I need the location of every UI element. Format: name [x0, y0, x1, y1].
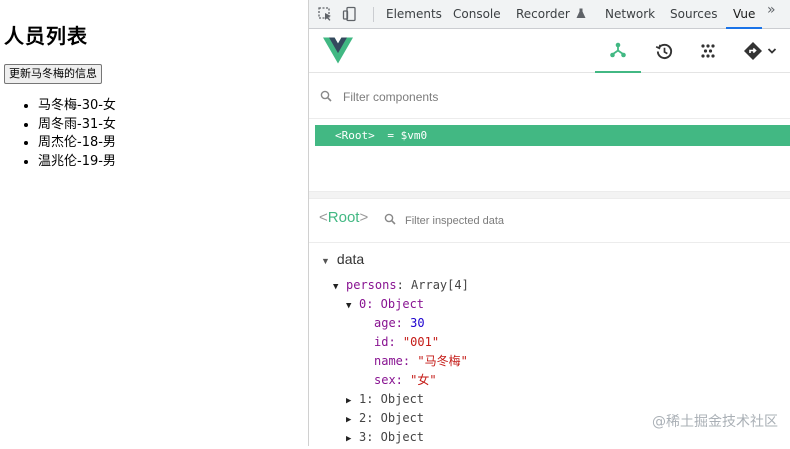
prop-key: age:: [374, 316, 403, 330]
prop-value: "女": [410, 373, 437, 387]
prop-value: "马冬梅": [417, 354, 468, 368]
app-page: 人员列表 更新马冬梅的信息 马冬梅-30-女 周冬雨-31-女 周杰伦-18-男…: [0, 0, 308, 446]
component-filter-bar: [309, 73, 790, 119]
expanded-arrow-icon: ▼: [333, 282, 339, 292]
data-section-toggle[interactable]: ▼ data: [321, 251, 364, 267]
prop-key: 3: Object: [359, 430, 425, 444]
chevron-down-icon: [767, 48, 777, 54]
person-list: 马冬梅-30-女 周冬雨-31-女 周杰伦-18-男 温兆伦-19-男: [18, 97, 116, 171]
data-row-persons[interactable]: ▼ persons: Array[4]: [333, 276, 469, 295]
routes-menu-button[interactable]: [735, 29, 785, 73]
root-component-label: <Root>: [335, 129, 375, 142]
data-row-item-2[interactable]: ▶ 2: Object: [346, 409, 424, 428]
title-bracket-open: <: [319, 209, 328, 226]
timeline-button[interactable]: [685, 29, 731, 73]
list-item: 周冬雨-31-女: [38, 116, 116, 135]
prop-key: 2: Object: [359, 411, 425, 425]
inspected-component-title: <Root>: [319, 209, 368, 226]
section-label: data: [336, 251, 365, 267]
page-title: 人员列表: [4, 24, 88, 48]
expanded-arrow-icon: ▼: [346, 301, 352, 311]
components-icon: [610, 42, 626, 58]
devtools-panel: Elements Console Recorder Network Source…: [308, 0, 790, 446]
expanded-arrow-icon: ▼: [321, 256, 330, 266]
devtools-tabbar: Elements Console Recorder Network Source…: [309, 0, 790, 29]
data-row-id[interactable]: id: "001": [374, 333, 439, 352]
search-icon: [320, 90, 332, 102]
vue-toolbar: [309, 29, 790, 73]
data-row-item-1[interactable]: ▶ 1: Object: [346, 390, 424, 409]
prop-key: 0: Object: [359, 297, 425, 311]
pane-splitter[interactable]: [309, 191, 790, 199]
prop-value: Array[4]: [411, 278, 469, 292]
tab-vue[interactable]: Vue: [726, 0, 763, 29]
watermark: @稀土掘金技术社区: [652, 414, 778, 430]
root-vm-ref: = $vm0: [387, 129, 428, 142]
tab-recorder[interactable]: Recorder: [516, 0, 586, 28]
data-row-age[interactable]: age: 30: [374, 314, 425, 333]
tab-recorder-label: Recorder: [516, 7, 570, 21]
data-row-name[interactable]: name: "马冬梅": [374, 352, 468, 371]
prop-key: id:: [374, 335, 396, 349]
tab-console[interactable]: Console: [453, 0, 501, 28]
prop-value: 30: [410, 316, 425, 330]
prop-key: persons: [346, 278, 397, 292]
tab-network[interactable]: Network: [605, 0, 655, 28]
list-item: 周杰伦-18-男: [38, 134, 116, 153]
title-bracket-close: >: [359, 209, 369, 226]
vue-logo-icon: [323, 37, 353, 64]
toolbar-divider: [373, 7, 374, 22]
collapsed-arrow-icon: ▶: [346, 434, 352, 444]
prop-key: 1: Object: [359, 392, 425, 406]
inspector-header: <Root>: [309, 199, 790, 243]
search-icon: [384, 213, 396, 225]
inspect-element-icon[interactable]: [317, 6, 333, 22]
more-tabs-icon[interactable]: »: [767, 2, 776, 18]
update-person-button[interactable]: 更新马冬梅的信息: [4, 64, 102, 84]
components-tab-button[interactable]: [595, 29, 641, 73]
prop-key: sex:: [374, 373, 403, 387]
filter-components-input[interactable]: [341, 87, 645, 107]
tree-node-root[interactable]: <Root> = $vm0: [315, 125, 790, 146]
device-toolbar-icon[interactable]: [342, 6, 358, 22]
timeline-history-button[interactable]: [641, 29, 687, 73]
list-item: 马冬梅-30-女: [38, 97, 116, 116]
flask-icon: [576, 8, 586, 18]
prop-key: name:: [374, 354, 411, 368]
tab-sources[interactable]: Sources: [670, 0, 717, 28]
filter-inspected-data-input[interactable]: [403, 211, 667, 231]
data-row-sex[interactable]: sex: "女": [374, 371, 437, 390]
title-component-name: Root: [327, 209, 360, 226]
data-row-item-3[interactable]: ▶ 3: Object: [346, 428, 424, 447]
data-row-item-0[interactable]: ▼ 0: Object: [346, 295, 424, 314]
list-item: 温兆伦-19-男: [38, 153, 116, 172]
history-icon: [655, 43, 672, 59]
routes-icon: [744, 42, 762, 60]
prop-value: "001": [402, 335, 440, 349]
timeline-icon: [701, 44, 715, 58]
tab-elements[interactable]: Elements: [386, 0, 442, 28]
